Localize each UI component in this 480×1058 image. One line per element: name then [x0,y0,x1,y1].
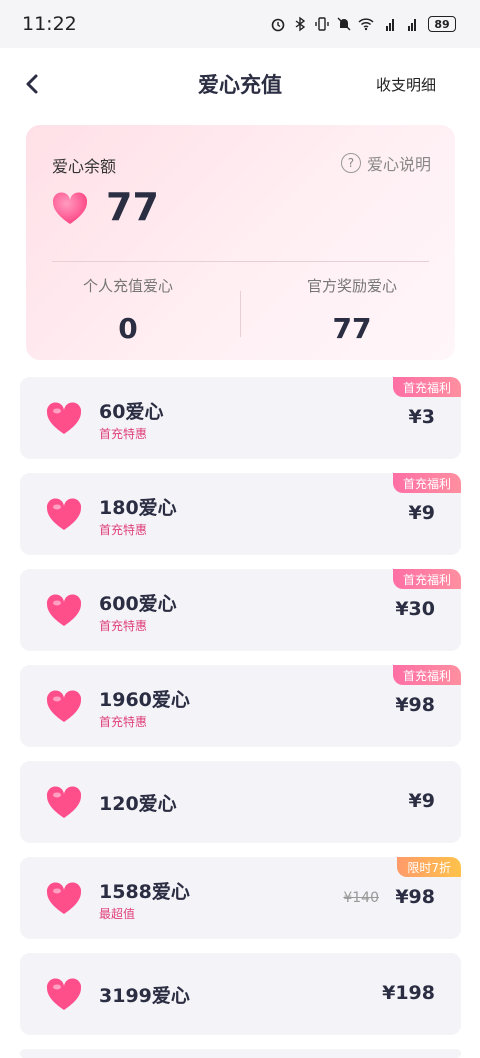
discount-badge: 限时7折 [397,857,461,877]
bluetooth-icon [295,16,306,32]
package-tag: 首充特惠 [99,619,148,633]
chevron-left-icon [26,74,38,94]
personal-heart-value: 0 [118,312,138,345]
package-item[interactable] [20,1049,461,1058]
package-tag: 首充特惠 [99,715,148,729]
package-name: 60爱心 [99,401,164,423]
first-recharge-badge: 首充福利 [392,473,461,493]
heart-icon [46,786,82,818]
package-price: ¥3 [408,406,435,428]
package-tag: 首充特惠 [99,427,148,441]
balance-label: 爱心余额 [52,157,117,176]
official-heart-label: 官方奖励爱心 [306,277,397,295]
official-heart-value: 77 [332,312,372,345]
package-tag: 首充特惠 [99,523,148,537]
official-heart-stat: 官方奖励爱心 77 [252,275,452,345]
package-item[interactable]: 180爱心 首充特惠 ¥9 首充福利 [20,473,461,555]
heart-icon [46,882,82,914]
heart-icon [52,192,88,224]
package-name: 180爱心 [99,497,177,519]
divider [52,261,429,262]
package-tag: 最超值 [99,907,136,921]
signal-4g-icon [386,19,394,31]
package-item[interactable]: 600爱心 首充特惠 ¥30 首充福利 [20,569,461,651]
first-recharge-badge: 首充福利 [392,377,461,397]
package-item[interactable]: 60爱心 首充特惠 ¥3 首充福利 [20,377,461,459]
package-item[interactable]: 120爱心 ¥9 [20,761,461,843]
first-recharge-badge: 首充福利 [392,665,461,685]
question-icon: ? [340,153,361,173]
package-item[interactable]: 1960爱心 首充特惠 ¥98 首充福利 [20,665,461,747]
package-name: 600爱心 [99,593,177,615]
mute-icon [337,17,351,31]
personal-heart-stat: 个人充值爱心 0 [28,275,228,345]
battery-icon: 89 [428,16,456,32]
signal-4g-icon [408,19,416,31]
nav-bar: 爱心充值 收支明细 [0,48,480,120]
heart-help-link[interactable]: ? 爱心说明 [340,151,431,175]
package-item[interactable]: 1588爱心 最超值 ¥140 ¥98 限时7折 [20,857,461,939]
package-price: ¥98 [395,694,435,716]
package-item[interactable]: 3199爱心 ¥198 [20,953,461,1035]
vertical-divider [240,291,241,337]
alarm-icon [271,18,285,32]
status-icons: 89 [270,16,456,32]
balance-value: 77 [106,185,159,229]
heart-icon [46,594,82,626]
package-name: 3199爱心 [99,985,190,1007]
balance-card: 爱心余额 ? 爱心说明 77 个人充值爱心 0 官方奖励爱心 77 [26,125,455,360]
wifi-icon [358,18,374,31]
package-price: ¥198 [382,982,435,1004]
original-price: ¥140 [343,890,379,906]
package-name: 1960爱心 [99,689,190,711]
status-time: 11:22 [22,13,77,35]
heart-icon [46,498,82,530]
transaction-history-link[interactable]: 收支明细 [376,74,436,95]
first-recharge-badge: 首充福利 [392,569,461,589]
heart-icon [46,690,82,722]
package-price: ¥9 [408,790,435,812]
package-name: 120爱心 [99,793,177,815]
package-price: ¥30 [395,598,435,620]
heart-icon [46,978,82,1010]
package-name: 1588爱心 [99,881,190,903]
package-price: ¥9 [408,502,435,524]
back-button[interactable] [18,70,46,98]
heart-help-label: 爱心说明 [366,155,431,174]
package-price: ¥98 [395,886,435,908]
vibrate-icon [315,17,329,31]
personal-heart-label: 个人充值爱心 [82,277,173,295]
status-bar: 11:22 89 [0,0,480,48]
heart-icon [46,402,82,434]
page-title: 爱心充值 [198,73,282,97]
